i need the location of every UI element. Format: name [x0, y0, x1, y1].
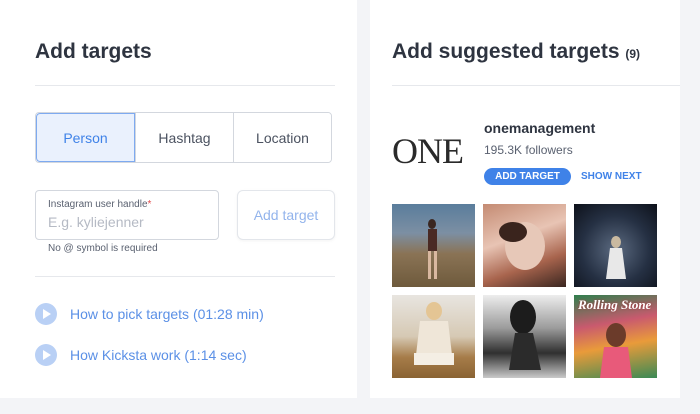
target-type-tabs: Person Hashtag Location — [35, 112, 332, 163]
photo-thumbnail[interactable] — [392, 204, 475, 287]
right-title-divider — [392, 85, 680, 86]
section-divider — [35, 276, 335, 277]
tab-person[interactable]: Person — [36, 113, 135, 162]
video-link-how-kicksta-works[interactable]: How Kicksta work (1:14 sec) — [35, 344, 247, 366]
add-target-button[interactable]: Add target — [237, 190, 335, 240]
play-icon — [35, 344, 57, 366]
show-next-button[interactable]: SHOW NEXT — [581, 168, 642, 185]
person-figure — [509, 300, 541, 370]
photo-thumbnail[interactable] — [574, 204, 657, 287]
account-followers: 195.3K followers — [484, 143, 573, 157]
person-figure — [499, 222, 545, 270]
required-mark: * — [147, 199, 152, 210]
account-name[interactable]: onemanagement — [484, 120, 595, 136]
photo-thumbnail[interactable] — [483, 295, 566, 378]
handle-field-label: Instagram user handle* — [48, 199, 152, 210]
add-targets-panel: Add targets Person Hashtag Location Inst… — [0, 0, 357, 398]
tab-hashtag[interactable]: Hashtag — [135, 113, 233, 162]
handle-hint: No @ symbol is required — [48, 243, 158, 254]
play-icon — [35, 303, 57, 325]
video-link-pick-targets[interactable]: How to pick targets (01:28 min) — [35, 303, 264, 325]
instagram-handle-input[interactable] — [48, 211, 208, 233]
person-figure — [600, 323, 632, 378]
photo-thumbnail[interactable]: Rolling Stone — [574, 295, 657, 378]
add-targets-title: Add targets — [35, 40, 152, 63]
instagram-handle-field[interactable]: Instagram user handle* — [35, 190, 219, 240]
video-link-label: How Kicksta work (1:14 sec) — [70, 347, 247, 363]
photo-thumbnail[interactable] — [392, 295, 475, 378]
account-logo: ONE — [392, 131, 464, 171]
video-link-label: How to pick targets (01:28 min) — [70, 306, 264, 322]
person-figure — [606, 236, 626, 279]
add-suggested-target-button[interactable]: ADD TARGET — [484, 168, 571, 185]
person-figure — [428, 219, 437, 279]
title-divider — [35, 85, 335, 86]
photo-thumbnail[interactable] — [483, 204, 566, 287]
suggested-count: (9) — [625, 47, 641, 61]
suggested-targets-panel: Add suggested targets (9) ONE onemanagem… — [370, 0, 680, 398]
person-figure — [414, 302, 454, 365]
app-root: Add targets Person Hashtag Location Inst… — [0, 0, 700, 414]
suggested-targets-title: Add suggested targets (9) — [392, 40, 641, 63]
tab-location[interactable]: Location — [233, 113, 331, 162]
